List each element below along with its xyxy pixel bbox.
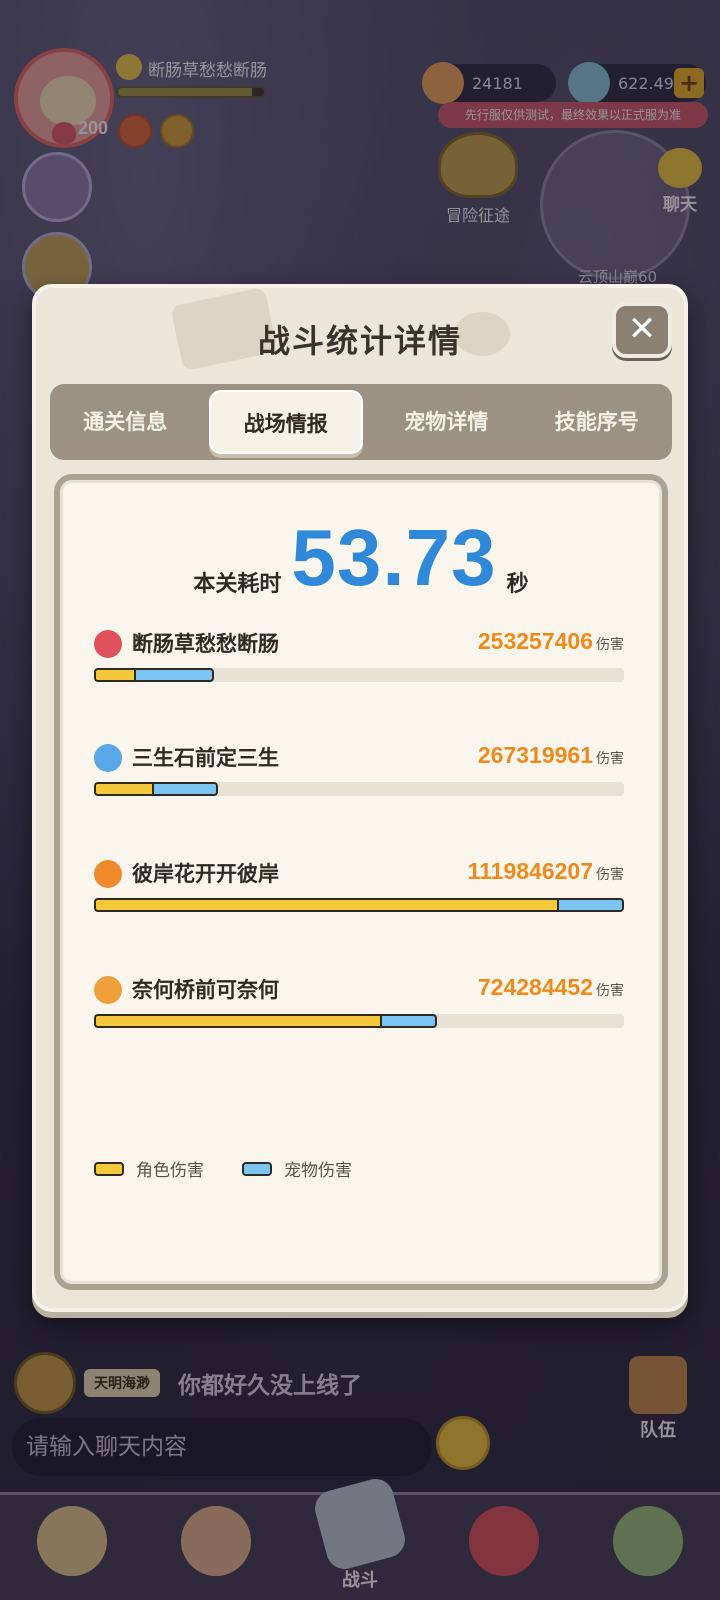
stats-tabbar: 通关信息 战场情报 宠物详情 技能序号 [50,384,672,460]
tab-battlefield-intel[interactable]: 战场情报 [208,390,363,454]
damage-total: 724284452 伤害 [478,974,624,1001]
dialog-title: 战斗统计详情 [257,322,462,360]
crossed-swords-icon [94,630,122,658]
clear-time: 本关耗时 53.73 秒 [60,518,662,598]
close-button[interactable]: ✕ [612,302,672,358]
pet-damage-bar [380,1014,437,1028]
flame-claw-icon [94,976,122,1004]
tab-clear-info[interactable]: 通关信息 [50,390,201,454]
damage-unit: 伤害 [596,867,624,883]
legend-role-label: 角色伤害 [136,1161,204,1181]
player-name: 三生石前定三生 [132,746,279,770]
battlefield-intel-panel: 本关耗时 53.73 秒 断肠草愁愁断肠 253257406 伤害 三生石前定三生 2… [54,474,668,1290]
damage-value: 253257406 [477,628,593,654]
clear-time-value: 53.73 [291,513,497,602]
pet-damage-bar [134,668,214,682]
role-damage-bar [94,782,152,796]
role-damage-bar [94,1014,380,1028]
battle-stats-dialog: 战斗统计详情 ✕ 通关信息 战场情报 宠物详情 技能序号 本关耗时 53.73 秒 … [32,284,688,1312]
pet-damage-bar [152,782,218,796]
damage-total: 253257406 伤害 [478,628,624,655]
legend-role: 角色伤害 [94,1156,204,1181]
damage-row: 奈何桥前可奈何 724284452 伤害 [94,974,624,1044]
damage-total: 267319961 伤害 [478,742,624,769]
damage-unit: 伤害 [596,637,624,653]
damage-value: 724284452 [477,974,593,1000]
damage-bar [94,668,624,682]
damage-unit: 伤害 [596,751,624,767]
role-damage-bar [94,898,557,912]
tab-skill-order[interactable]: 技能序号 [522,390,673,454]
damage-row: 断肠草愁愁断肠 253257406 伤害 [94,628,624,698]
role-damage-bar [94,668,134,682]
tab-pet-details[interactable]: 宠物详情 [371,390,522,454]
frost-swirl-icon [94,744,122,772]
damage-row: 彼岸花开开彼岸 1119846207 伤害 [94,858,624,928]
damage-row: 三生石前定三生 267319961 伤害 [94,742,624,812]
damage-bar [94,782,624,796]
damage-legend: 角色伤害 宠物伤害 [94,1156,390,1181]
player-name: 断肠草愁愁断肠 [132,632,279,656]
player-name: 奈何桥前可奈何 [132,978,279,1002]
role-swatch [94,1161,124,1176]
damage-total: 1119846207 伤害 [468,858,624,885]
damage-bar [94,1014,624,1028]
pet-swatch [242,1161,272,1176]
clear-time-unit: 秒 [506,572,529,597]
legend-pet-label: 宠物伤害 [284,1161,352,1181]
pet-damage-bar [557,898,624,912]
damage-bar [94,898,624,912]
arrow-bow-icon [94,860,122,888]
damage-unit: 伤害 [596,983,624,999]
legend-pet: 宠物伤害 [242,1156,352,1181]
damage-value: 1119846207 [467,858,593,884]
player-name: 彼岸花开开彼岸 [132,862,279,886]
damage-value: 267319961 [477,742,593,768]
clear-time-label: 本关耗时 [193,572,282,597]
